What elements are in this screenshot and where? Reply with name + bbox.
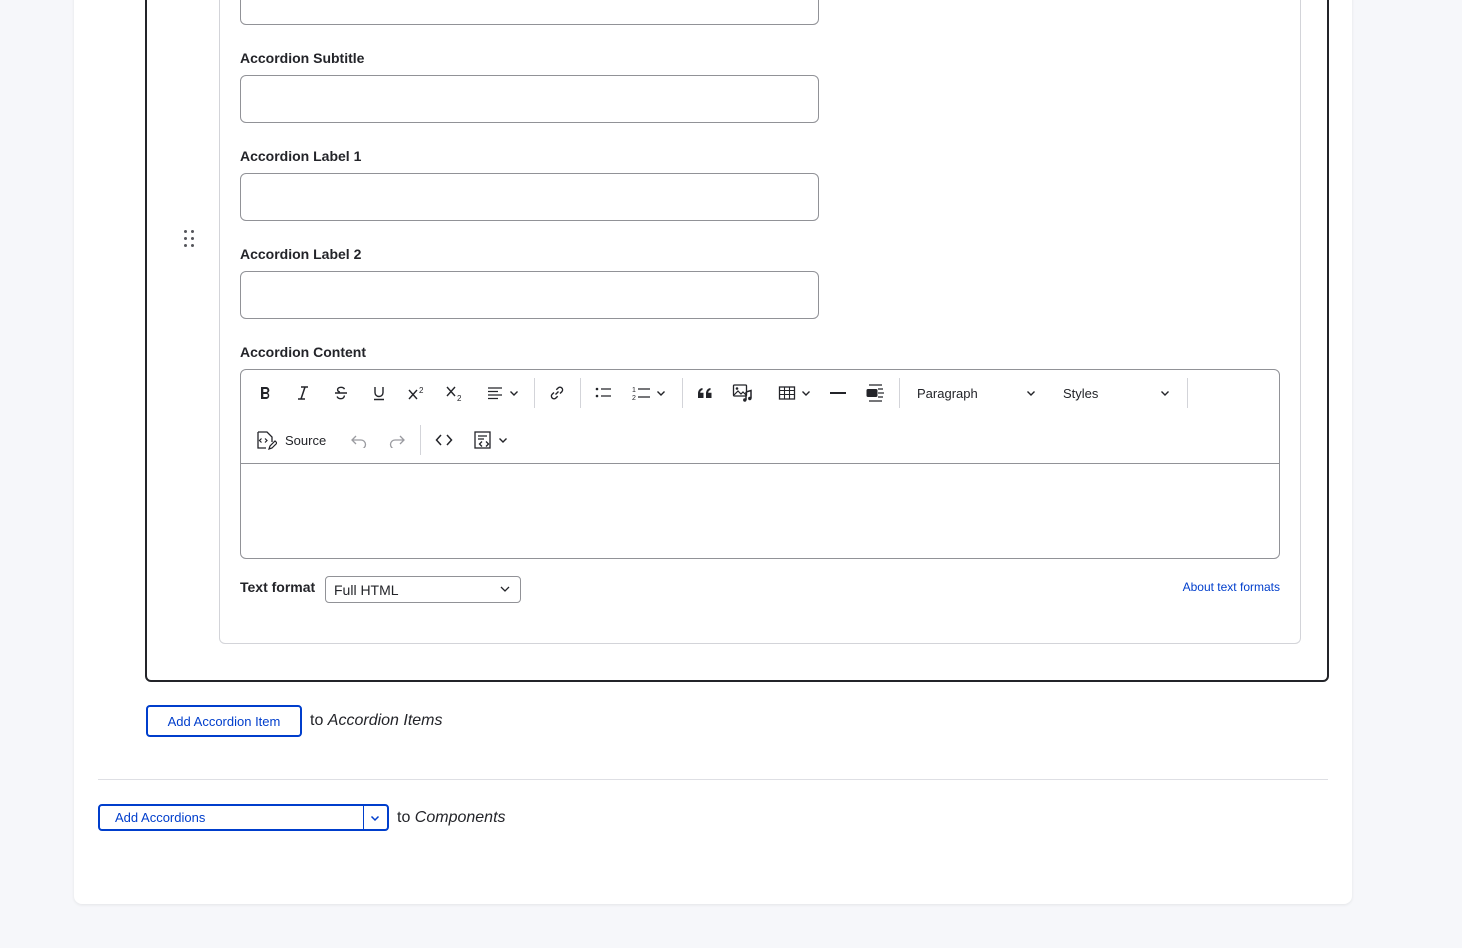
add-accordions-button[interactable]: Add Accordions	[100, 806, 364, 829]
text-format-select[interactable]: Full HTML	[325, 576, 521, 603]
underline-icon	[374, 387, 384, 401]
paragraph-format-dropdown[interactable]: Paragraph	[917, 378, 1039, 408]
underline-button[interactable]	[365, 378, 393, 408]
blockquote-button[interactable]	[691, 378, 719, 408]
chevron-down-icon	[499, 438, 507, 443]
add-component-to: to	[397, 809, 411, 826]
strikethrough-button[interactable]	[327, 378, 355, 408]
chevron-down-icon	[1027, 391, 1035, 396]
accordion-subtitle-input[interactable]	[240, 75, 819, 123]
bulleted-list-icon	[595, 387, 611, 398]
toolbar-separator	[534, 378, 535, 408]
svg-text:2: 2	[632, 395, 636, 402]
source-label: Source	[285, 432, 327, 448]
accordion-content-label: Accordion Content	[240, 344, 366, 360]
superscript-button[interactable]: 2	[403, 378, 431, 408]
rich-text-editor: 2 2 12 Paragraph Styles Source	[240, 369, 1280, 559]
chevron-down-icon	[510, 391, 518, 396]
link-button[interactable]	[543, 378, 571, 408]
blockquote-icon	[698, 388, 712, 398]
add-accordions-split-button: Add Accordions	[98, 804, 389, 831]
add-item-target-text: to Accordion Items	[310, 712, 443, 730]
toolbar-separator	[899, 378, 900, 408]
bold-icon	[261, 386, 270, 399]
html-embed-dropdown[interactable]	[469, 425, 513, 455]
bulleted-list-button[interactable]	[589, 378, 617, 408]
add-item-target: Accordion Items	[327, 712, 443, 729]
accordion-label2-input[interactable]	[240, 271, 819, 319]
italic-button[interactable]	[289, 378, 317, 408]
toolbar-separator	[420, 425, 421, 455]
redo-icon	[389, 435, 405, 448]
chevron-down-icon	[657, 391, 665, 396]
html-embed-icon	[474, 431, 491, 449]
chevron-down-icon	[500, 586, 510, 592]
code-button[interactable]	[430, 425, 458, 455]
table-icon	[778, 386, 796, 400]
italic-icon	[298, 386, 308, 400]
code-icon	[435, 434, 453, 446]
toolbar-separator	[580, 378, 581, 408]
text-format-selected: Full HTML	[334, 582, 399, 598]
insert-table-dropdown[interactable]	[773, 378, 817, 408]
paragraph-format-label: Paragraph	[917, 385, 978, 401]
drag-handle-icon[interactable]	[184, 230, 198, 248]
redo-button[interactable]	[383, 425, 411, 455]
horizontal-line-icon	[830, 392, 846, 394]
accordion-label2-label: Accordion Label 2	[240, 246, 362, 262]
link-icon	[550, 386, 564, 400]
add-component-target: Components	[414, 809, 506, 826]
subscript-icon: 2	[446, 386, 462, 402]
add-accordion-item-button[interactable]: Add Accordion Item	[146, 705, 302, 737]
alignment-dropdown[interactable]	[481, 378, 525, 408]
add-item-to: to	[310, 712, 324, 729]
horizontal-line-button[interactable]	[824, 378, 852, 408]
code-block-button[interactable]	[861, 378, 889, 408]
subscript-button[interactable]: 2	[441, 378, 469, 408]
align-left-icon	[488, 387, 502, 400]
styles-dropdown[interactable]: Styles	[1063, 378, 1173, 408]
bold-button[interactable]	[251, 378, 279, 408]
section-divider	[98, 779, 1328, 780]
strikethrough-icon	[335, 386, 347, 400]
add-accordions-toggle[interactable]	[362, 806, 387, 829]
source-icon	[257, 431, 277, 450]
accordion-label1-input[interactable]	[240, 173, 819, 221]
insert-media-button[interactable]	[729, 378, 757, 408]
add-component-target-text: to Components	[397, 809, 506, 827]
accordion-subtitle-label: Accordion Subtitle	[240, 50, 365, 66]
accordion-label1-label: Accordion Label 1	[240, 148, 362, 164]
image-music-icon	[732, 384, 752, 402]
about-text-formats-link[interactable]: About text formats	[1183, 580, 1280, 594]
toolbar-separator	[682, 378, 683, 408]
source-button[interactable]: Source	[255, 425, 333, 455]
toolbar-separator	[1187, 378, 1188, 408]
chevron-down-icon	[370, 815, 379, 821]
text-format-label: Text format	[240, 579, 316, 595]
numbered-list-icon: 12	[632, 387, 650, 402]
code-block-icon	[866, 384, 884, 402]
styles-label: Styles	[1063, 385, 1099, 401]
numbered-list-dropdown[interactable]: 12	[627, 378, 671, 408]
chevron-down-icon	[802, 391, 810, 396]
editor-content-area[interactable]	[241, 464, 1279, 559]
chevron-down-icon	[1161, 391, 1169, 396]
svg-text:2: 2	[457, 394, 462, 402]
svg-text:1: 1	[632, 387, 636, 394]
svg-text:2: 2	[419, 386, 424, 395]
accordion-title-input[interactable]	[240, 0, 819, 25]
undo-button[interactable]	[345, 425, 373, 455]
undo-icon	[351, 435, 367, 448]
superscript-icon: 2	[408, 386, 424, 400]
editor-toolbar: 2 2 12 Paragraph Styles Source	[241, 370, 1279, 464]
